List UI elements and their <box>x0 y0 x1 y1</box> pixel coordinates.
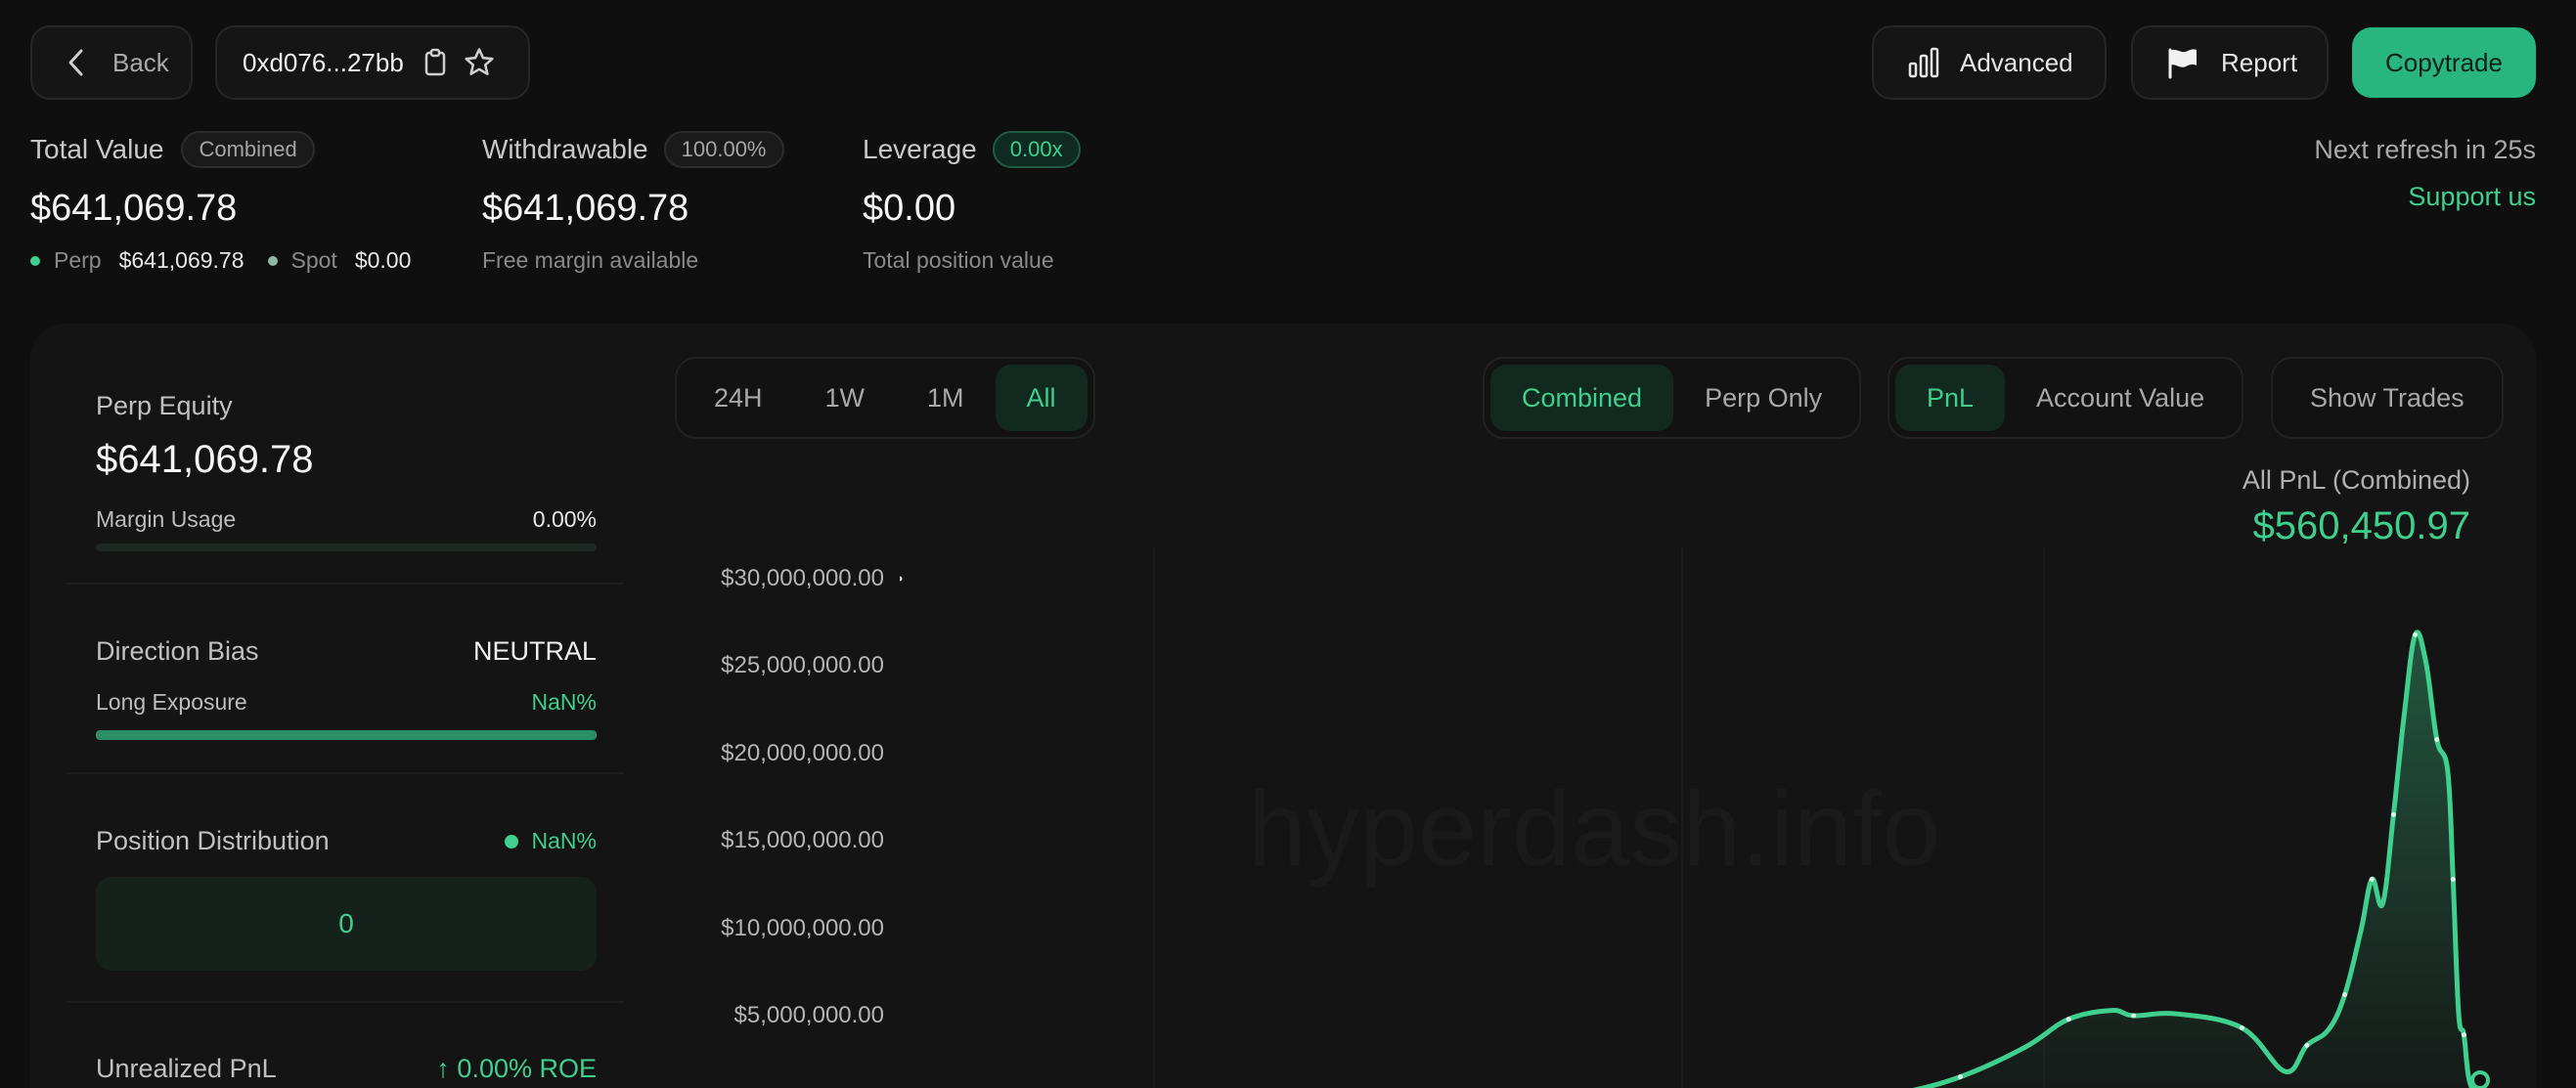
chevron-left-icon <box>68 49 83 76</box>
direction-bias-label: Direction Bias <box>96 636 259 666</box>
direction-bias-value: NEUTRAL <box>472 636 597 666</box>
report-label: Report <box>2221 47 2298 77</box>
y-tick-label: $10,000,000.00 <box>721 914 884 941</box>
spot-value: $0.00 <box>354 247 412 273</box>
advanced-label: Advanced <box>1960 47 2073 77</box>
margin-usage-bar <box>96 544 597 551</box>
total-value-label: Total Value <box>30 134 164 164</box>
position-dist-label: Position Distribution <box>96 826 330 855</box>
perp-label: Perp <box>54 247 102 273</box>
refresh-timer: Next refresh in 25s <box>2314 135 2536 164</box>
address-chip: 0xd076...27bb <box>215 25 530 100</box>
tab-combined[interactable]: Combined <box>1490 365 1674 431</box>
y-tick-label: $15,000,000.00 <box>721 827 884 854</box>
divider <box>67 772 624 774</box>
show-trades-button[interactable]: Show Trades <box>2271 357 2504 439</box>
total-value-badge: Combined <box>181 131 315 168</box>
y-tick-label: $25,000,000.00 <box>721 652 884 679</box>
perp-value: $641,069.78 <box>118 247 244 273</box>
data-point <box>2413 631 2419 637</box>
clipboard-icon[interactable] <box>423 48 447 77</box>
pnl-chart: hyperdash.info <box>900 547 2490 1088</box>
data-point <box>2369 877 2375 883</box>
advanced-button[interactable]: Advanced <box>1872 25 2107 100</box>
divider <box>67 583 624 585</box>
unrealized-pnl-value: ↑ 0.00% ROE <box>436 1054 597 1083</box>
chart-caption: All PnL (Combined) <box>2242 465 2470 495</box>
long-exposure-bar <box>96 730 597 740</box>
position-count: 0 <box>338 908 354 938</box>
origin-dot <box>900 576 903 582</box>
tab-account-value[interactable]: Account Value <box>2005 365 2236 431</box>
total-value-amount: $641,069.78 <box>30 188 238 229</box>
position-dot <box>504 834 518 849</box>
perp-equity-value: $641,069.78 <box>96 438 314 481</box>
data-point <box>2342 992 2348 998</box>
data-point <box>2450 877 2456 883</box>
long-exposure-label: Long Exposure <box>96 689 247 715</box>
data-point <box>2304 1042 2310 1048</box>
show-trades-label: Show Trades <box>2310 382 2465 413</box>
long-exposure-value: NaN% <box>531 689 597 715</box>
back-label: Back <box>112 47 169 77</box>
data-point <box>2065 1017 2071 1023</box>
data-point <box>2239 1025 2244 1031</box>
margin-usage-value: 0.00% <box>532 506 597 532</box>
leverage-amount: $0.00 <box>863 188 956 229</box>
margin-usage-label: Margin Usage <box>96 506 237 532</box>
position-dist-value-wrap: NaN% <box>479 828 597 854</box>
y-axis: $30,000,000.00 $25,000,000.00 $20,000,000.… <box>626 0 884 1088</box>
perp-equity-label: Perp Equity <box>96 391 233 420</box>
wallet-address: 0xd076...27bb <box>243 47 404 77</box>
chart-value: $560,450.97 <box>2252 504 2470 547</box>
unrealized-pnl-label: Unrealized PnL <box>96 1054 277 1083</box>
data-point <box>2390 811 2396 817</box>
position-count-box: 0 <box>96 877 597 971</box>
y-tick-label: $5,000,000.00 <box>733 1002 884 1028</box>
copytrade-label: Copytrade <box>2385 47 2503 77</box>
chart-watermark: hyperdash.info <box>1248 769 1941 888</box>
star-icon[interactable] <box>463 46 496 79</box>
data-point <box>2434 736 2440 742</box>
leverage-section: Leverage 0.00x $0.00 Total position valu… <box>863 131 1081 274</box>
tab-1m[interactable]: 1M <box>896 365 996 431</box>
report-button[interactable]: Report <box>2131 25 2329 100</box>
leverage-badge: 0.00x <box>992 131 1081 168</box>
support-link[interactable]: Support us <box>2408 182 2536 212</box>
spot-label: Spot <box>290 247 337 273</box>
mode-selector: Combined Perp Only <box>1483 357 1862 439</box>
tab-perp-only[interactable]: Perp Only <box>1673 365 1853 431</box>
y-tick-label: $20,000,000.00 <box>721 739 884 766</box>
tab-pnl[interactable]: PnL <box>1895 365 2006 431</box>
cursor-dot[interactable] <box>2470 1070 2490 1088</box>
back-button[interactable]: Back <box>30 25 193 100</box>
copytrade-button[interactable]: Copytrade <box>2352 27 2536 98</box>
divider <box>67 1001 624 1003</box>
data-point <box>2131 1013 2137 1019</box>
flag-icon <box>2168 48 2197 79</box>
data-point <box>2461 1032 2466 1038</box>
total-value-section: Total Value Combined $641,069.78 Perp $6… <box>30 131 411 274</box>
tab-all[interactable]: All <box>995 365 1088 431</box>
metric-selector: PnL Account Value <box>1888 357 2244 439</box>
bar-chart-icon <box>1908 47 1939 78</box>
spot-dot <box>267 255 278 266</box>
data-point <box>1957 1074 1963 1080</box>
withdrawable-label: Withdrawable <box>482 134 648 164</box>
y-tick-label: $30,000,000.00 <box>721 565 884 591</box>
perp-dot <box>30 255 40 266</box>
position-dist-value: NaN% <box>531 828 597 853</box>
leverage-sub: Total position value <box>863 247 1054 273</box>
